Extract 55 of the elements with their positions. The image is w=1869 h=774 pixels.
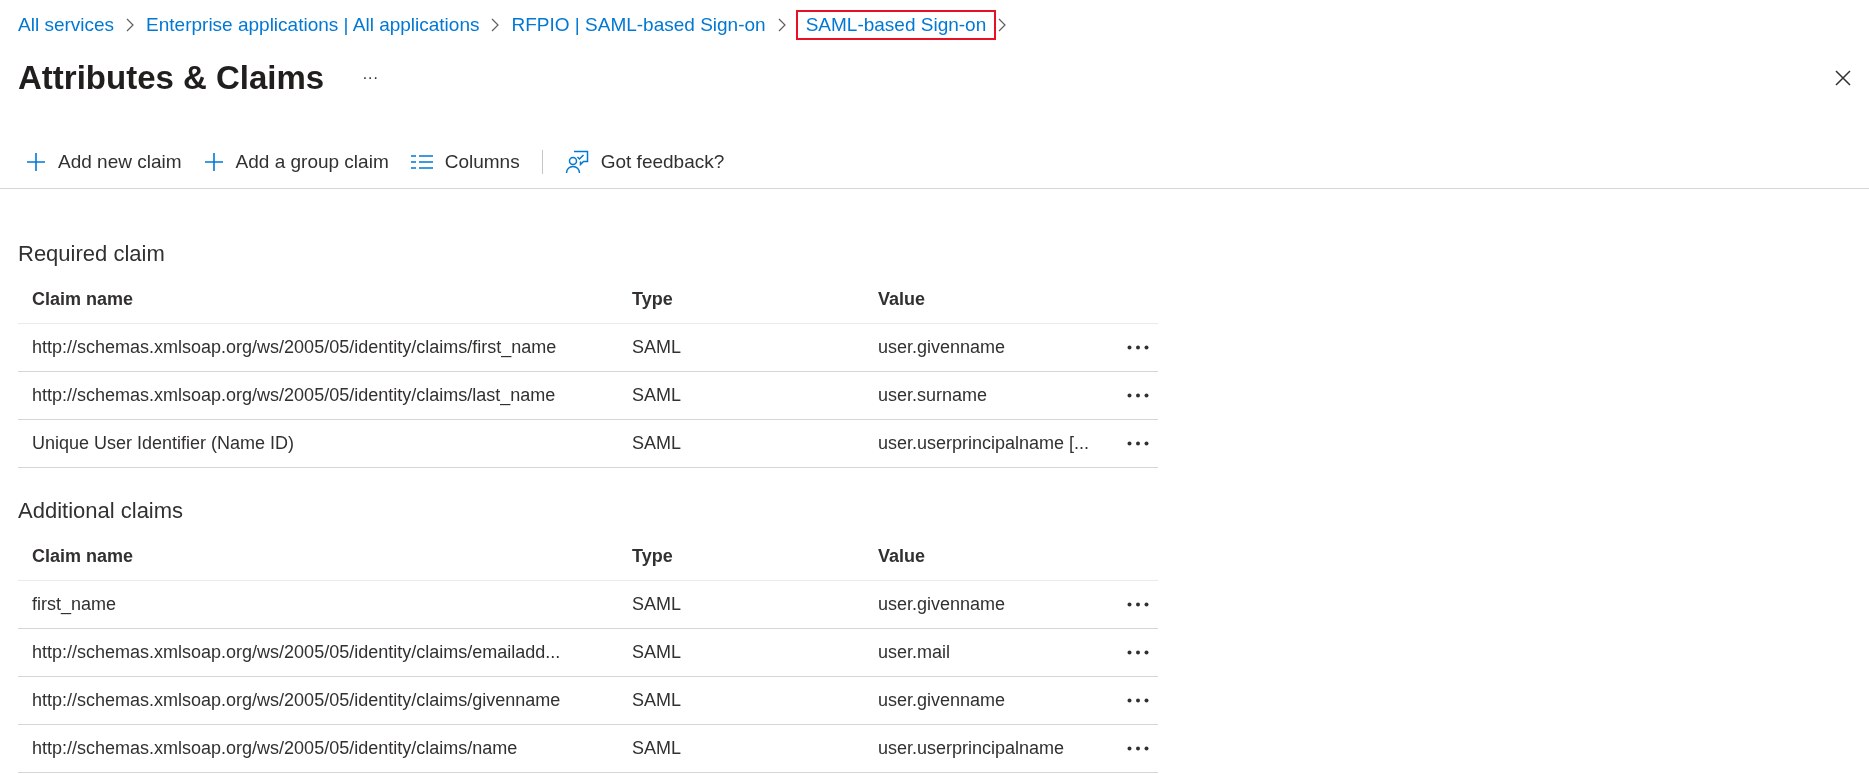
section-title: Required claim xyxy=(18,240,166,268)
more-button[interactable]: ··· xyxy=(362,69,379,87)
table-cell-text: SAML xyxy=(632,337,683,358)
toolbar-button[interactable]: Add new claim xyxy=(26,151,204,173)
table-cell-text: SAML xyxy=(632,433,683,454)
table-cell-text: SAML xyxy=(632,594,683,615)
chevron-right-icon xyxy=(126,18,135,32)
chevron-right-icon xyxy=(491,18,500,32)
more-icon[interactable] xyxy=(1127,698,1149,703)
breadcrumb-link[interactable]: All services xyxy=(16,10,125,40)
table-cell-text: SAML xyxy=(632,642,683,663)
breadcrumb-link[interactable]: SAML-based Sign-on xyxy=(795,10,997,40)
page-title: Attributes & Claims xyxy=(18,59,325,97)
person-feedback-icon xyxy=(564,150,589,174)
toolbar-button[interactable]: Add a group claim xyxy=(203,151,411,173)
table-cell-text: first_name xyxy=(32,594,118,615)
table-cell-text: SAML xyxy=(632,690,683,711)
table-cell-text: SAML xyxy=(632,738,683,759)
more-icon[interactable] xyxy=(1127,345,1149,350)
toolbar-button[interactable]: Columns xyxy=(410,151,542,173)
column-header: Value xyxy=(878,288,927,310)
list-icon xyxy=(410,155,433,169)
plus-icon xyxy=(203,152,224,172)
more-icon[interactable] xyxy=(1127,650,1149,655)
table-cell-text: user.mail xyxy=(878,642,952,663)
breadcrumb-link[interactable]: Enterprise applications | All applications xyxy=(144,10,490,40)
table-cell-text: http://schemas.xmlsoap.org/ws/2005/05/identity/claims/last_name xyxy=(32,385,557,406)
table-cell-text: http://schemas.xmlsoap.org/ws/2005/05/identity/claims/emailadd... xyxy=(32,642,562,663)
more-icon[interactable] xyxy=(1127,393,1149,398)
table-cell-text: user.userprincipalname [... xyxy=(878,433,1091,454)
table-cell-text: user.givenname xyxy=(878,594,1007,615)
column-header: Type xyxy=(632,288,674,310)
column-header: Value xyxy=(878,545,927,567)
table-cell-text: http://schemas.xmlsoap.org/ws/2005/05/identity/claims/first_name xyxy=(32,337,558,358)
toolbar-button[interactable]: Got feedback? xyxy=(564,150,747,174)
column-header: Claim name xyxy=(32,288,135,310)
close-icon[interactable] xyxy=(1835,70,1851,86)
table-cell-text: http://schemas.xmlsoap.org/ws/2005/05/identity/claims/givenname xyxy=(32,690,562,711)
column-header: Claim name xyxy=(32,545,135,567)
more-icon[interactable] xyxy=(1127,441,1149,446)
table-cell-text: user.givenname xyxy=(878,337,1007,358)
column-header: Type xyxy=(632,545,674,567)
table-cell-text: user.givenname xyxy=(878,690,1007,711)
chevron-right-icon xyxy=(998,18,1007,32)
more-icon[interactable] xyxy=(1127,746,1149,751)
breadcrumb-link[interactable]: RFPIO | SAML-based Sign-on xyxy=(509,10,776,40)
table-cell-text: SAML xyxy=(632,385,683,406)
plus-icon xyxy=(26,152,46,172)
more-icon[interactable] xyxy=(1127,602,1149,607)
chevron-right-icon xyxy=(777,18,786,32)
table-cell-text: http://schemas.xmlsoap.org/ws/2005/05/identity/claims/name xyxy=(32,738,519,759)
table-cell-text: user.userprincipalname xyxy=(878,738,1066,759)
table-cell-text: user.surname xyxy=(878,385,989,406)
table-cell-text: Unique User Identifier (Name ID) xyxy=(32,433,296,454)
section-title: Additional claims xyxy=(18,497,185,525)
